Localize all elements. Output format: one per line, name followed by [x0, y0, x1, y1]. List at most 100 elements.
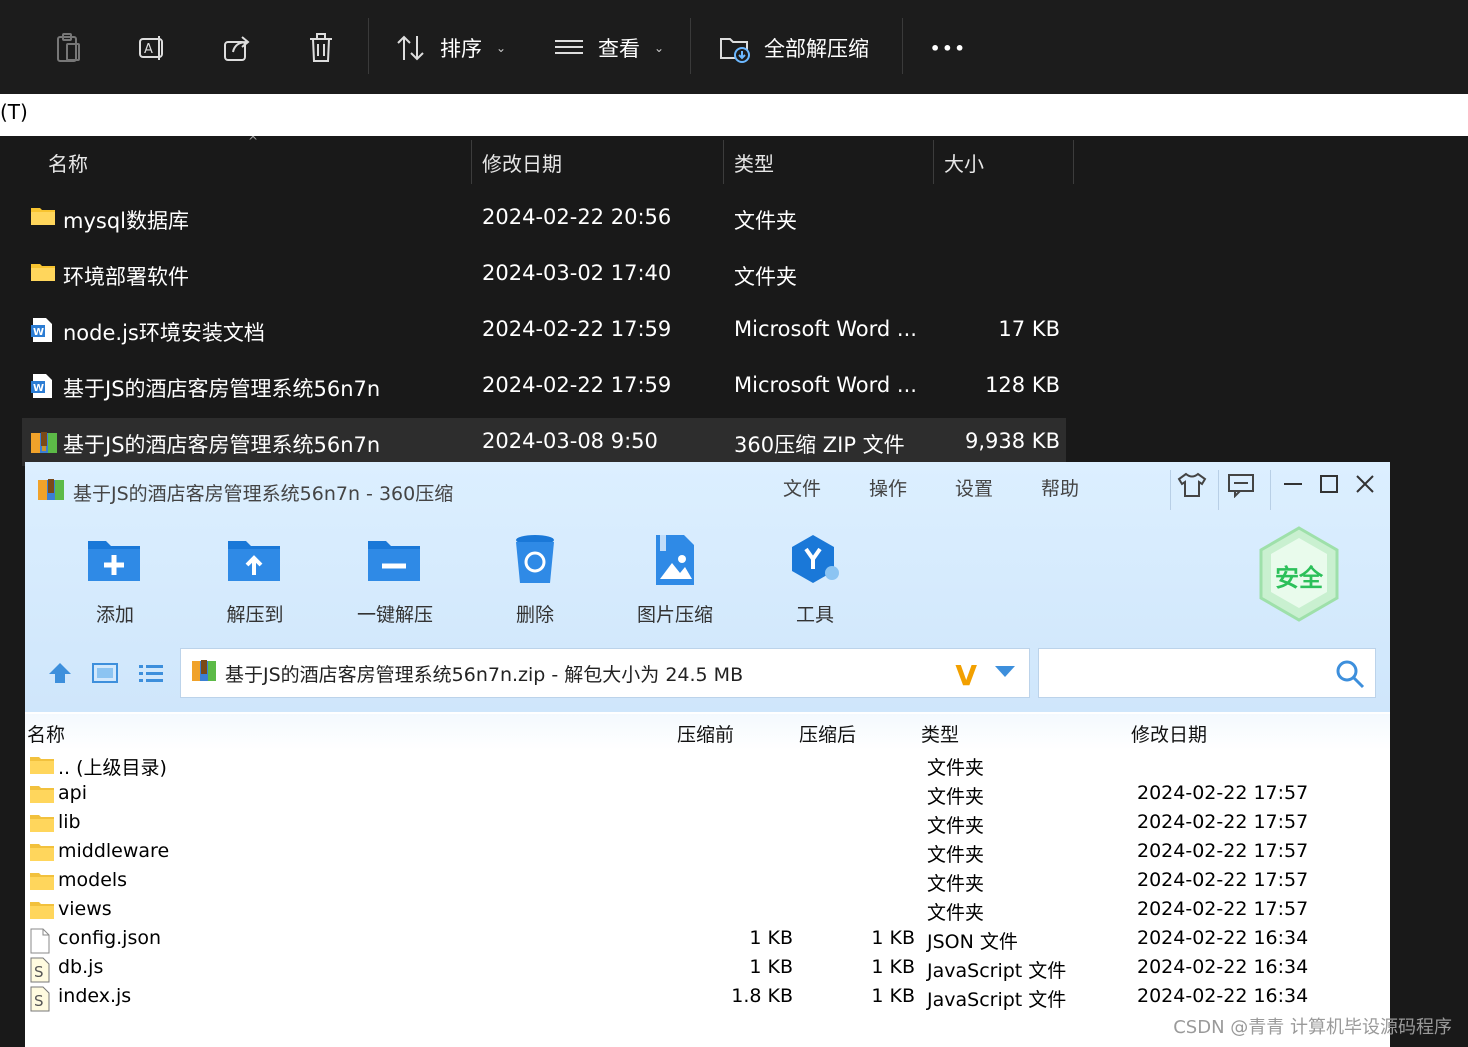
zip-row[interactable]: views 文件夹 2024-02-22 17:57	[25, 897, 1390, 926]
column-divider[interactable]	[933, 140, 934, 184]
word-doc-icon: W	[30, 317, 54, 342]
title-divider	[1170, 470, 1171, 510]
zip-row[interactable]: S index.js 1.8 KB 1 KB JavaScript 文件 202…	[25, 984, 1390, 1013]
sort-button[interactable]: 排序 ⌄	[394, 22, 506, 74]
svg-text:A: A	[144, 42, 153, 57]
column-date[interactable]: 修改日期	[482, 148, 562, 177]
chevron-down-icon: ⌄	[654, 41, 665, 55]
menu-file[interactable]: 文件	[783, 474, 821, 501]
address-bar[interactable]: (T)	[0, 94, 1468, 136]
zip-row[interactable]: models 文件夹 2024-02-22 17:57	[25, 868, 1390, 897]
share-button[interactable]	[220, 22, 254, 74]
close-icon[interactable]	[1355, 472, 1375, 502]
tool-label: 工具	[795, 604, 834, 626]
folder-icon	[30, 205, 55, 229]
title-divider	[1270, 470, 1271, 510]
more-icon: •••	[930, 38, 967, 58]
zip-archive-icon	[191, 659, 217, 688]
column-after[interactable]: 压缩后	[799, 720, 856, 747]
more-options-button[interactable]: •••	[930, 22, 967, 74]
column-type[interactable]: 类型	[734, 148, 774, 177]
tools-button[interactable]: 工具	[765, 530, 865, 627]
delete-button[interactable]	[304, 22, 338, 74]
view-button[interactable]: 查看 ⌄	[552, 22, 664, 74]
zip-row[interactable]: api 文件夹 2024-02-22 17:57	[25, 781, 1390, 810]
zip-entry-type: 文件夹	[927, 902, 985, 924]
zip-entry-before: 1.8 KB	[731, 985, 793, 1007]
column-type[interactable]: 类型	[921, 720, 959, 747]
file-name: node.js环境安装文档	[63, 321, 265, 345]
column-name[interactable]: 名称	[48, 148, 88, 177]
extract-all-button[interactable]: 全部解压缩	[718, 22, 869, 74]
search-icon[interactable]	[1335, 659, 1365, 689]
column-size[interactable]: 大小	[944, 148, 984, 177]
zip-entry-type: JavaScript 文件	[927, 989, 1067, 1011]
zip-window: 基于JS的酒店客房管理系统56n7n - 360压缩 文件 操作 设置 帮助 添…	[25, 462, 1390, 1047]
word-doc-icon: W	[30, 373, 54, 398]
column-date[interactable]: 修改日期	[1131, 720, 1207, 747]
clipboard-icon	[52, 31, 86, 65]
column-divider[interactable]	[723, 140, 724, 184]
column-before[interactable]: 压缩前	[677, 720, 734, 747]
archive-path-box[interactable]: 基于JS的酒店客房管理系统56n7n.zip - 解包大小为 24.5 MB V	[180, 648, 1030, 698]
thumbnail-view-icon[interactable]	[91, 660, 119, 686]
folder-icon	[29, 899, 54, 923]
file-row[interactable]: mysql数据库 2024-02-22 20:56 文件夹	[22, 194, 1066, 242]
zip-entry-name: config.json	[58, 927, 162, 949]
file-row[interactable]: W 基于JS的酒店客房管理系统56n7n 2024-02-22 17:59 Mi…	[22, 362, 1066, 410]
extract-to-button[interactable]: 解压到	[205, 530, 305, 627]
menu-operation[interactable]: 操作	[869, 474, 907, 501]
add-button[interactable]: 添加	[65, 530, 165, 627]
zip-row[interactable]: S db.js 1 KB 1 KB JavaScript 文件 2024-02-…	[25, 955, 1390, 984]
extract-folder-icon	[225, 530, 285, 590]
menu-help[interactable]: 帮助	[1041, 474, 1079, 501]
folder-icon	[30, 261, 55, 285]
svg-text:W: W	[33, 327, 44, 338]
zip-row-parent[interactable]: .. (上级目录) 文件夹	[25, 752, 1390, 781]
delete-tool-button[interactable]: 删除	[485, 530, 585, 627]
file-date: 2024-02-22 20:56	[482, 205, 672, 229]
trash-icon	[304, 31, 338, 65]
file-date: 2024-02-22 17:59	[482, 373, 672, 397]
zip-entry-date: 2024-02-22 16:34	[1137, 985, 1309, 1007]
menu-settings[interactable]: 设置	[955, 474, 993, 501]
zip-row[interactable]: config.json 1 KB 1 KB JSON 文件 2024-02-22…	[25, 926, 1390, 955]
file-row[interactable]: 环境部署软件 2024-03-02 17:40 文件夹	[22, 250, 1066, 298]
file-row[interactable]: W node.js环境安装文档 2024-02-22 17:59 Microso…	[22, 306, 1066, 354]
zip-entry-type: JSON 文件	[927, 931, 1018, 953]
tool-label: 删除	[515, 604, 554, 626]
zip-entry-after: 1 KB	[871, 927, 915, 949]
file-name: 基于JS的酒店客房管理系统56n7n	[63, 377, 381, 401]
column-divider[interactable]	[471, 140, 472, 184]
zip-navigation-bar: 基于JS的酒店客房管理系统56n7n.zip - 解包大小为 24.5 MB V	[25, 648, 1390, 700]
search-input[interactable]	[1038, 648, 1376, 698]
file-type: Microsoft Word ...	[734, 317, 917, 341]
file-row-selected[interactable]: 基于JS的酒店客房管理系统56n7n 2024-03-08 9:50 360压缩…	[22, 418, 1066, 466]
zip-entry-date: 2024-02-22 17:57	[1137, 869, 1309, 891]
zip-row[interactable]: middleware 文件夹 2024-02-22 17:57	[25, 839, 1390, 868]
feedback-message-icon[interactable]	[1227, 472, 1255, 504]
folder-icon	[29, 754, 54, 778]
toolbar-divider	[690, 18, 691, 74]
dropdown-arrow-icon[interactable]	[995, 666, 1015, 677]
column-divider[interactable]	[1073, 140, 1074, 184]
paste-button[interactable]	[52, 22, 86, 74]
column-name[interactable]: 名称	[27, 720, 65, 747]
file-type: 文件夹	[734, 209, 797, 233]
watermark-text: CSDN @青青 计算机毕设源码程序	[1173, 1017, 1452, 1038]
one-click-extract-button[interactable]: 一键解压	[345, 530, 445, 627]
tool-label: 图片压缩	[636, 604, 713, 626]
zip-entry-date: 2024-02-22 17:57	[1137, 782, 1309, 804]
zip-entry-name: db.js	[58, 956, 104, 978]
minimize-icon[interactable]	[1283, 472, 1303, 502]
maximize-icon[interactable]	[1319, 472, 1339, 502]
skin-shirt-icon[interactable]	[1177, 472, 1207, 504]
zip-archive-icon	[30, 429, 57, 453]
file-size: 9,938 KB	[965, 429, 1060, 453]
sort-label: 排序	[440, 37, 482, 61]
rename-button[interactable]: A	[136, 22, 170, 74]
zip-row[interactable]: lib 文件夹 2024-02-22 17:57	[25, 810, 1390, 839]
image-compress-button[interactable]: 图片压缩	[625, 530, 725, 627]
up-arrow-icon[interactable]	[47, 660, 75, 686]
detail-list-icon[interactable]	[137, 660, 165, 686]
